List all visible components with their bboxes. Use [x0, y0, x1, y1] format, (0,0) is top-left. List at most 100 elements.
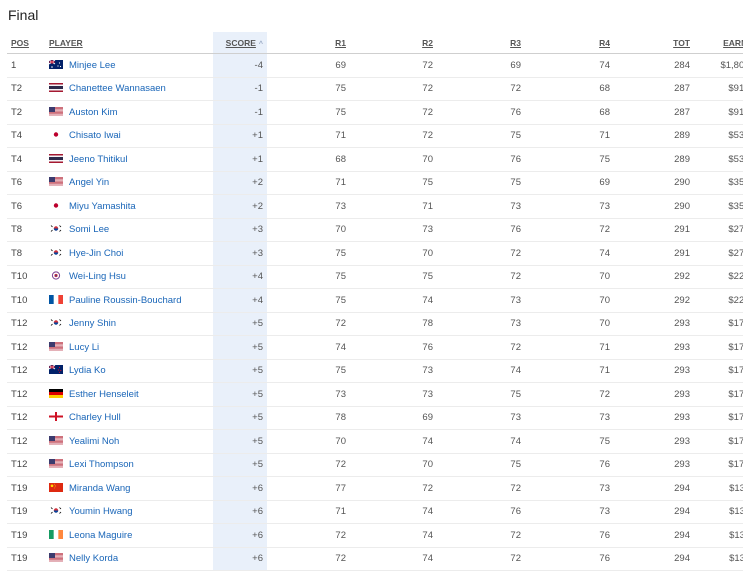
cell-tot: 293 [614, 406, 694, 430]
cell-tot: 284 [614, 53, 694, 78]
table-header-row: POS PLAYER SCORE^ R1 R2 R3 R4 TOT EARNIN… [7, 32, 743, 54]
cell-r2: 74 [350, 523, 437, 548]
cell-pos: T12 [7, 406, 45, 430]
cell-r2: 78 [350, 312, 437, 336]
cell-r3: 74 [437, 359, 525, 383]
cell-r3: 73 [437, 288, 525, 313]
table-row: T19Nelly Korda+672747276294$131,114 [7, 547, 743, 571]
cell-score: +4 [213, 265, 267, 289]
player-link[interactable]: Chanettee Wannasaen [69, 83, 166, 94]
header-pos[interactable]: POS [7, 32, 45, 54]
sort-asc-icon: ^ [258, 40, 263, 48]
cell-r1: 71 [267, 124, 350, 148]
cell-pos: T8 [7, 218, 45, 242]
cell-score: +5 [213, 429, 267, 454]
usa-flag-icon [49, 553, 63, 563]
cell-tot: 289 [614, 147, 694, 172]
player-link[interactable]: Youmin Hwang [69, 506, 133, 517]
cell-earnings: $170,561 [694, 312, 743, 336]
table-row: T12 Jenny Shin +572787370293$170,561 [7, 312, 743, 336]
cell-r2: 75 [350, 265, 437, 289]
japan-flag-icon [49, 200, 63, 210]
cell-player: Youmin Hwang [45, 500, 213, 524]
cell-pos: T12 [7, 453, 45, 477]
cell-earnings: $914,169 [694, 77, 743, 101]
cell-r1: 75 [267, 241, 350, 266]
cell-r4: 74 [525, 241, 614, 266]
player-link[interactable]: Hye-Jin Choi [69, 248, 123, 259]
cell-score: +1 [213, 124, 267, 148]
cell-r3: 76 [437, 147, 525, 172]
cell-tot: 290 [614, 194, 694, 219]
cell-pos: T12 [7, 359, 45, 383]
cell-r1: 75 [267, 100, 350, 125]
player-link[interactable]: Miyu Yamashita [69, 201, 136, 212]
player-link[interactable]: Jenny Shin [69, 318, 116, 329]
player-link[interactable]: Leona Maguire [69, 530, 132, 541]
player-link[interactable]: Chisato Iwai [69, 130, 121, 141]
cell-r3: 74 [437, 429, 525, 454]
cell-r1: 70 [267, 429, 350, 454]
usa-flag-icon [49, 435, 63, 445]
cell-pos: T19 [7, 500, 45, 524]
cell-score: +5 [213, 406, 267, 430]
cell-earnings: $272,673 [694, 218, 743, 242]
cell-r4: 70 [525, 288, 614, 313]
player-link[interactable]: Miranda Wang [69, 483, 130, 494]
cell-tot: 293 [614, 335, 694, 360]
cell-r2: 70 [350, 241, 437, 266]
player-link[interactable]: Esther Henseleit [69, 389, 139, 400]
leaderboard-rows: 1Minjee Lee-469726974284$1,800,000T2Chan… [7, 53, 743, 571]
leaderboard-table: POS PLAYER SCORE^ R1 R2 R3 R4 TOT EARNIN… [7, 32, 743, 571]
player-link[interactable]: Charley Hull [69, 412, 121, 423]
table-row: T8 Somi Lee +370737672291$272,673 [7, 218, 743, 242]
player-link[interactable]: Yealimi Noh [69, 436, 119, 447]
cell-r4: 68 [525, 100, 614, 125]
player-link[interactable]: Lydia Ko [69, 365, 106, 376]
player-link[interactable]: Somi Lee [69, 224, 109, 235]
player-link[interactable]: Minjee Lee [69, 60, 115, 71]
cell-r2: 76 [350, 335, 437, 360]
table-row: T12Yealimi Noh+570747475293$170,561 [7, 429, 743, 454]
header-score[interactable]: SCORE ^ [213, 32, 267, 54]
cell-player: Auston Kim [45, 100, 213, 125]
header-r3[interactable]: R3 [437, 32, 525, 54]
cell-tot: 293 [614, 312, 694, 336]
cell-r1: 72 [267, 547, 350, 571]
cell-r4: 70 [525, 265, 614, 289]
cell-player: Hye-Jin Choi [45, 241, 213, 266]
cell-earnings: $536,635 [694, 124, 743, 148]
header-earnings[interactable]: EARNINGS [694, 32, 743, 54]
player-link[interactable]: Pauline Roussin-Bouchard [69, 295, 181, 306]
player-link[interactable]: Auston Kim [69, 107, 118, 118]
cell-r2: 72 [350, 476, 437, 501]
cell-r4: 76 [525, 453, 614, 477]
cell-player: Miyu Yamashita [45, 194, 213, 219]
player-link[interactable]: Lucy Li [69, 342, 99, 353]
header-r2[interactable]: R2 [350, 32, 437, 54]
australia-flag-icon [48, 59, 63, 69]
header-r1[interactable]: R1 [267, 32, 350, 54]
cell-player: Somi Lee [45, 218, 213, 242]
player-link[interactable]: Lexi Thompson [69, 459, 134, 470]
cell-score: +5 [213, 453, 267, 477]
cell-r2: 72 [350, 53, 437, 78]
cell-tot: 293 [614, 453, 694, 477]
cell-pos: T2 [7, 100, 45, 125]
player-link[interactable]: Nelly Korda [69, 553, 118, 564]
player-link[interactable]: Wei-Ling Hsu [69, 271, 126, 282]
player-link[interactable]: Angel Yin [69, 177, 109, 188]
cell-score: -1 [213, 100, 267, 125]
cell-earnings: $131,114 [694, 500, 743, 524]
cell-r2: 74 [350, 288, 437, 313]
korea-flag-icon [49, 247, 63, 257]
header-r4[interactable]: R4 [525, 32, 614, 54]
cell-player: Jenny Shin [45, 312, 213, 336]
header-player[interactable]: PLAYER [45, 32, 213, 54]
header-tot[interactable]: TOT [614, 32, 694, 54]
cell-r3: 73 [437, 312, 525, 336]
cell-r4: 71 [525, 124, 614, 148]
cell-r3: 72 [437, 476, 525, 501]
cell-player: Charley Hull [45, 406, 213, 430]
player-link[interactable]: Jeeno Thitikul [69, 154, 127, 165]
